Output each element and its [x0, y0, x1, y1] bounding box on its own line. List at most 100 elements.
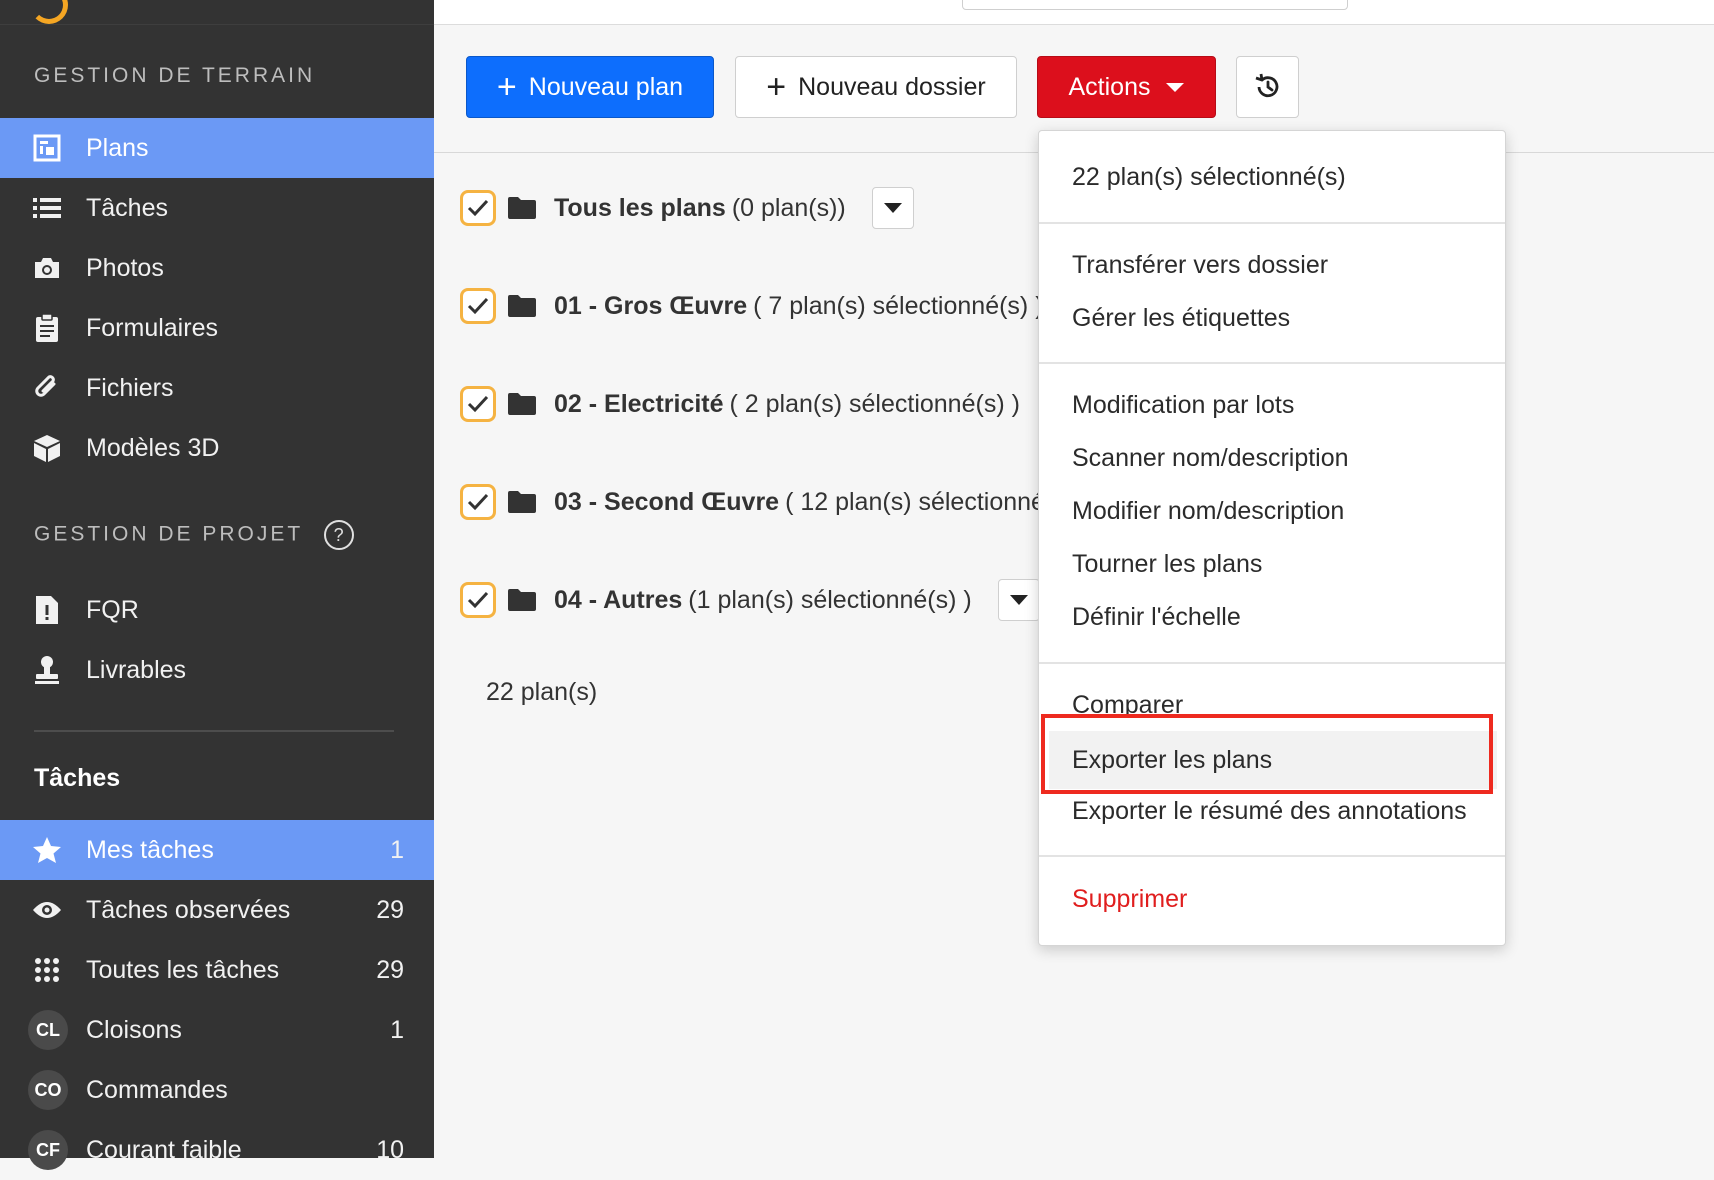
sidebar-item-files[interactable]: Fichiers — [0, 358, 434, 418]
menu-item-delete[interactable]: Supprimer — [1072, 885, 1187, 914]
sidebar-item-label: Tâches — [86, 193, 168, 222]
menu-item-edit-name[interactable]: Modifier nom/description — [1072, 497, 1344, 526]
history-button[interactable] — [1236, 56, 1299, 118]
actions-button[interactable]: Actions — [1037, 56, 1216, 118]
menu-item-transfer[interactable]: Transférer vers dossier — [1072, 251, 1328, 280]
menu-divider — [1039, 362, 1505, 364]
search-input[interactable] — [962, 0, 1348, 10]
checkbox[interactable] — [460, 190, 496, 226]
folder-icon — [508, 295, 536, 317]
sidebar-item-label: Livrables — [86, 655, 187, 684]
folder-name[interactable]: 02 - Electricité — [554, 390, 724, 419]
folder-detail: (0 plan(s)) — [731, 193, 846, 222]
sidebar-item-all-tasks[interactable]: Toutes les tâches 29 — [0, 940, 434, 1000]
help-icon[interactable]: ? — [323, 520, 354, 550]
task-count: 29 — [376, 895, 404, 924]
sidebar-item-label: Photos — [86, 253, 164, 282]
section-label-project-text: GESTION DE PROJET — [34, 522, 303, 546]
clipboard-icon — [30, 311, 64, 345]
sidebar-item-label: FQR — [86, 595, 139, 624]
menu-item-batch-edit[interactable]: Modification par lots — [1072, 391, 1294, 420]
menu-item-set-scale[interactable]: Définir l'échelle — [1072, 603, 1241, 632]
menu-item-scan[interactable]: Scanner nom/description — [1072, 444, 1349, 473]
folder-name[interactable]: 03 - Second Œuvre — [554, 488, 779, 517]
actions-dropdown-menu: 22 plan(s) sélectionné(s) Transférer ver… — [1038, 130, 1506, 946]
menu-divider — [1039, 222, 1505, 224]
sidebar-item-cloisons[interactable]: CL Cloisons 1 — [0, 1000, 434, 1060]
folder-name[interactable]: 01 - Gros Œuvre — [554, 292, 747, 321]
sidebar-item-label: Fichiers — [86, 373, 174, 402]
checkbox[interactable] — [460, 582, 496, 618]
sidebar-item-label: Mes tâches — [86, 835, 214, 864]
folder-icon — [508, 589, 536, 611]
new-plan-button[interactable]: + Nouveau plan — [466, 56, 714, 118]
sidebar-item-photos[interactable]: Photos — [0, 238, 434, 298]
new-folder-label: Nouveau dossier — [798, 72, 986, 101]
folder-dropdown-button[interactable] — [871, 187, 914, 229]
sidebar-item-deliverables[interactable]: Livrables — [0, 640, 434, 700]
sidebar-item-label: Formulaires — [86, 313, 218, 342]
task-count: 1 — [390, 835, 404, 864]
task-count: 10 — [376, 1135, 404, 1164]
sidebar-item-courant-faible[interactable]: CF Courant faible 10 — [0, 1120, 434, 1180]
menu-selection-count: 22 plan(s) sélectionné(s) — [1072, 163, 1346, 191]
avatar: CF — [28, 1130, 68, 1170]
folder-detail: ( 12 plan(s) sélectionné — [785, 487, 1045, 516]
folder-row-all[interactable]: Tous les plans (0 plan(s)) — [460, 186, 914, 230]
new-folder-button[interactable]: + Nouveau dossier — [735, 56, 1017, 118]
logo-strip — [0, 0, 434, 25]
avatar: CO — [28, 1070, 68, 1110]
check-icon — [467, 493, 489, 511]
folder-row-04[interactable]: 04 - Autres (1 plan(s) sélectionné(s) ) — [460, 578, 1040, 622]
plus-icon: + — [496, 68, 517, 106]
cube-icon — [30, 431, 64, 465]
tasks-heading: Tâches — [34, 764, 121, 792]
folder-detail: ( 7 plan(s) sélectionné(s) ) — [753, 291, 1044, 320]
plus-icon: + — [766, 68, 787, 106]
sidebar-item-tasks[interactable]: Tâches — [0, 178, 434, 238]
sidebar-item-forms[interactable]: Formulaires — [0, 298, 434, 358]
star-icon — [30, 833, 64, 867]
sidebar-item-label: Cloisons — [86, 1015, 182, 1044]
sidebar-item-observed-tasks[interactable]: Tâches observées 29 — [0, 880, 434, 940]
caret-down-icon — [1166, 82, 1185, 92]
list-icon — [30, 191, 64, 225]
menu-item-export-plans[interactable]: Exporter les plans — [1049, 731, 1497, 789]
folder-row-03[interactable]: 03 - Second Œuvre ( 12 plan(s) sélection… — [460, 480, 1045, 524]
eye-icon — [30, 893, 64, 927]
folder-row-02[interactable]: 02 - Electricité ( 2 plan(s) sélectionné… — [460, 382, 1020, 426]
folder-row-01[interactable]: 01 - Gros Œuvre ( 7 plan(s) sélectionné(… — [460, 284, 1044, 328]
sidebar-item-3d-models[interactable]: Modèles 3D — [0, 418, 434, 478]
sidebar-item-fqr[interactable]: FQR — [0, 580, 434, 640]
sidebar-item-commandes[interactable]: CO Commandes — [0, 1060, 434, 1120]
menu-item-export-summary[interactable]: Exporter le résumé des annotations — [1072, 797, 1467, 826]
check-icon — [467, 297, 489, 315]
folder-dropdown-button[interactable] — [997, 579, 1040, 621]
history-icon — [1253, 72, 1283, 102]
actions-label: Actions — [1068, 72, 1151, 101]
file-alert-icon — [30, 593, 64, 627]
menu-divider — [1039, 662, 1505, 664]
checkbox[interactable] — [460, 288, 496, 324]
app-logo-icon[interactable] — [30, 0, 68, 24]
menu-item-compare[interactable]: Comparer — [1072, 691, 1183, 720]
section-label-field: GESTION DE TERRAIN — [34, 64, 316, 87]
sidebar-item-plans[interactable]: Plans — [0, 118, 434, 178]
sidebar-item-label: Toutes les tâches — [86, 955, 280, 984]
sidebar-item-my-tasks[interactable]: Mes tâches 1 — [0, 820, 434, 880]
avatar: CL — [28, 1010, 68, 1050]
folder-name[interactable]: 04 - Autres — [554, 586, 682, 615]
checkbox[interactable] — [460, 386, 496, 422]
folder-icon — [508, 197, 536, 219]
caret-down-icon — [1009, 595, 1028, 605]
caret-down-icon — [883, 203, 902, 213]
folder-name[interactable]: Tous les plans — [554, 194, 726, 223]
check-icon — [467, 395, 489, 413]
checkbox[interactable] — [460, 484, 496, 520]
sidebar-item-label: Courant faible — [86, 1135, 242, 1164]
menu-item-manage-tags[interactable]: Gérer les étiquettes — [1072, 304, 1290, 333]
menu-item-rotate[interactable]: Tourner les plans — [1072, 550, 1262, 579]
sidebar-divider — [34, 730, 394, 732]
folder-icon — [508, 491, 536, 513]
check-icon — [467, 591, 489, 609]
